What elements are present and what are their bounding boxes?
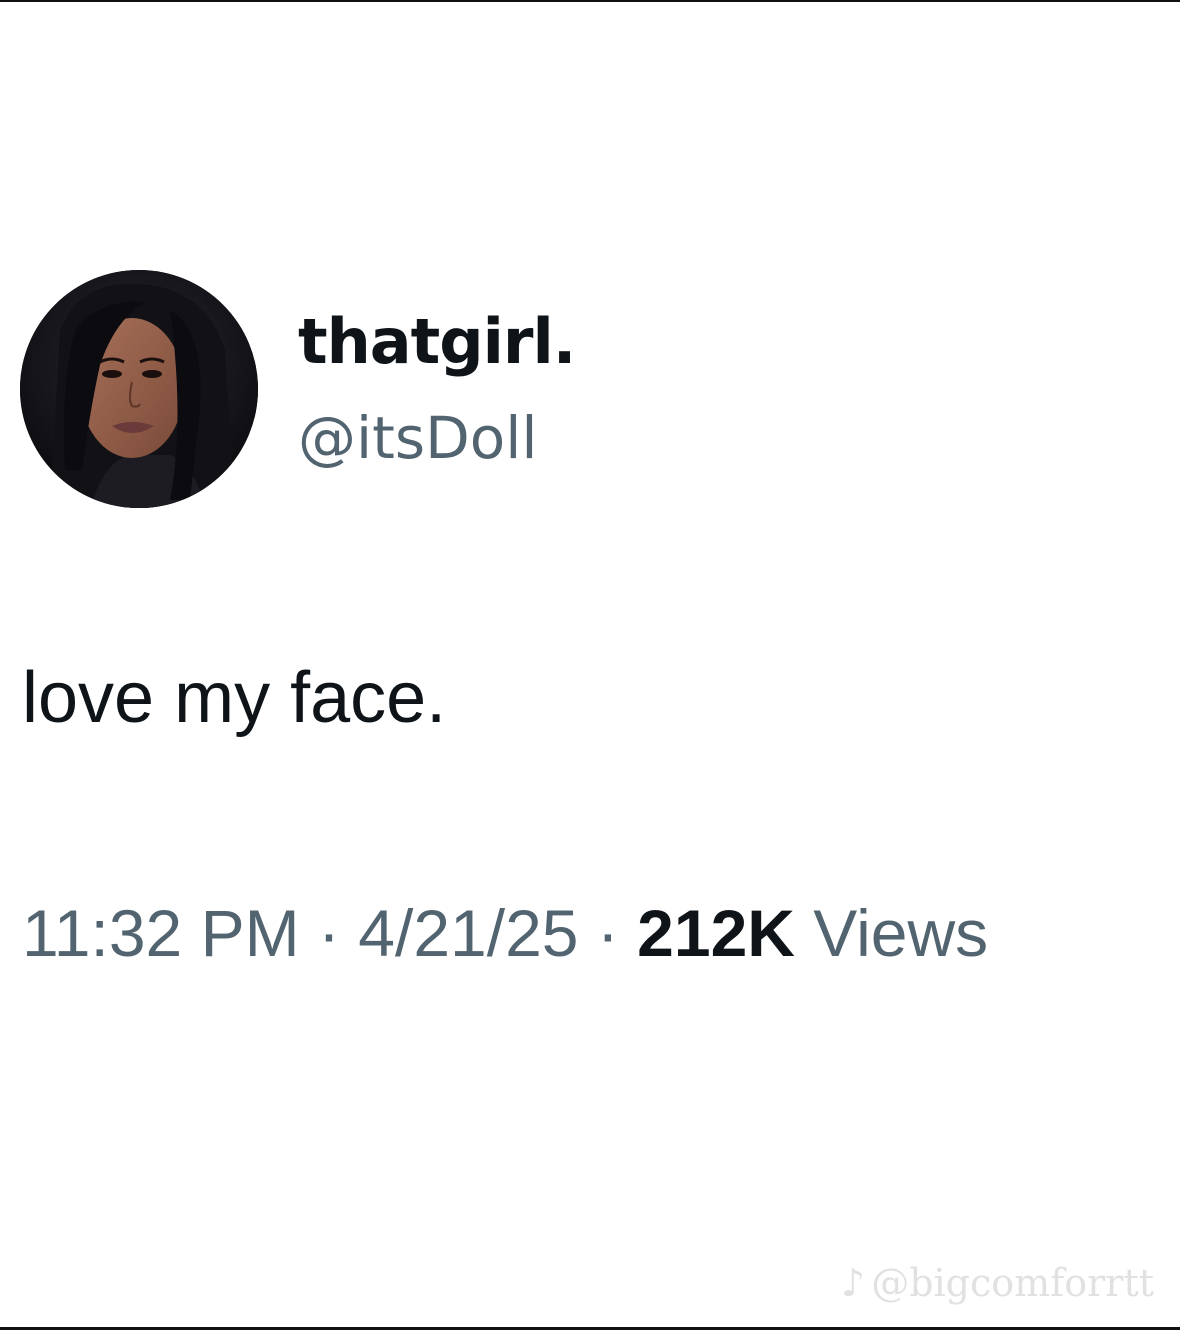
tweet-text: love my face. [22, 658, 447, 738]
views-label: Views [813, 896, 989, 970]
tweet-meta: 11:32 PM · 4/21/25 · 212K Views [22, 888, 988, 978]
views-count: 212K [637, 896, 795, 970]
user-handle[interactable]: @itsDoll [298, 398, 537, 478]
watermark-text: @bigcomforrtt [871, 1261, 1154, 1305]
tweet-time[interactable]: 11:32 PM [22, 896, 300, 970]
tweet-date[interactable]: 4/21/25 [358, 896, 578, 970]
avatar[interactable] [20, 270, 258, 508]
meta-separator: · [317, 896, 340, 970]
display-name[interactable]: thatgirl. [298, 302, 576, 382]
tiktok-icon: ♪ [840, 1261, 866, 1305]
meta-separator: · [596, 896, 619, 970]
avatar-image [20, 270, 258, 508]
top-border [0, 0, 1180, 2]
watermark: ♪ @bigcomforrtt [841, 1258, 1154, 1308]
